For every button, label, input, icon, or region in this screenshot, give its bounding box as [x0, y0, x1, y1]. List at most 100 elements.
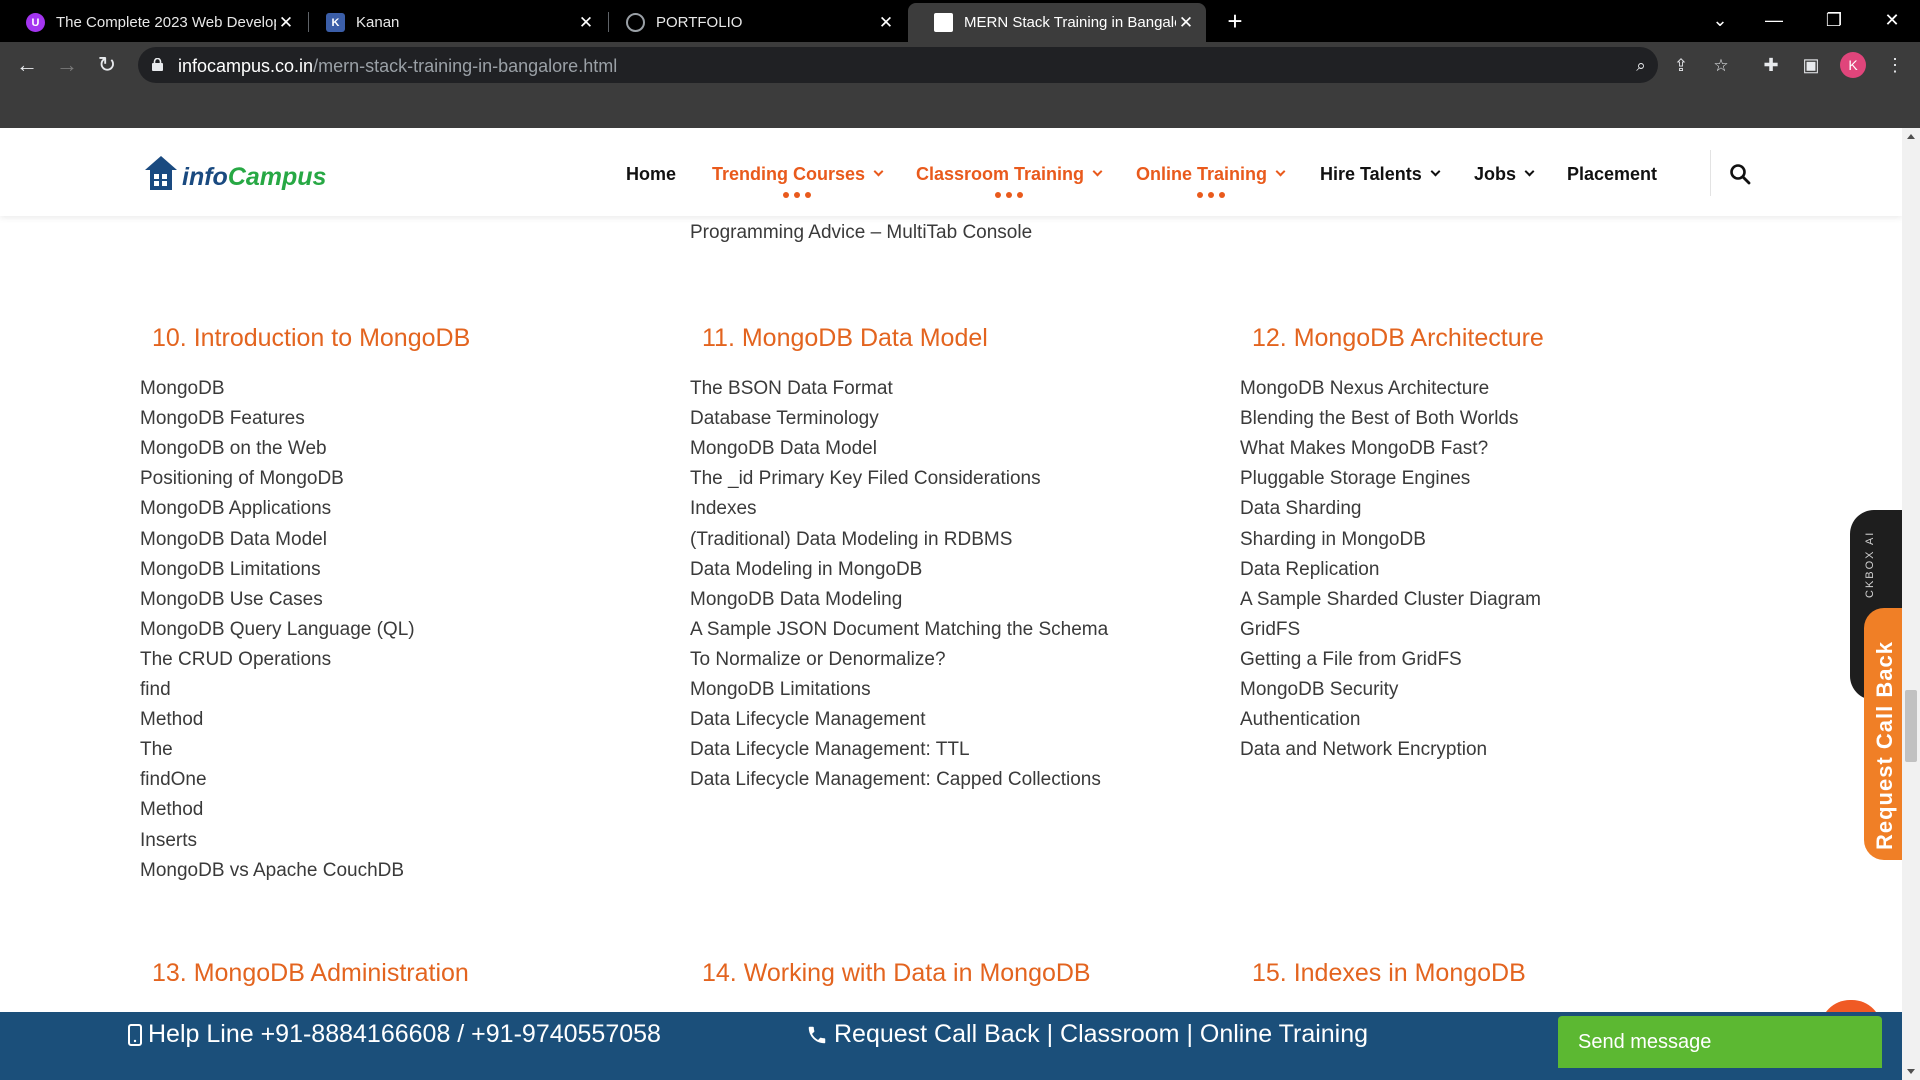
list-item: MongoDB Security — [1240, 679, 1399, 700]
send-message-button[interactable]: Send message — [1558, 1016, 1882, 1068]
tab-title: MERN Stack Training in Bangalor — [964, 14, 1176, 31]
extensions-puzzle-icon[interactable]: ✚ — [1758, 52, 1784, 78]
list-item: Method — [140, 709, 204, 730]
list-item: Blending the Best of Both Worlds — [1240, 408, 1519, 429]
chatbox-ai-label: CKBOX AI — [1864, 530, 1876, 598]
page-scrollbar[interactable] — [1902, 128, 1920, 1080]
list-item: Positioning of MongoDB — [140, 468, 344, 489]
new-tab-plus-icon[interactable]: + — [1220, 6, 1250, 36]
tab-title: PORTFOLIO — [656, 14, 743, 31]
tab-title: Kanan — [356, 14, 400, 31]
scroll-down-arrow-icon[interactable] — [1907, 1069, 1915, 1074]
list-item: MongoDB vs Apache CouchDB — [140, 860, 405, 881]
globe-icon — [626, 13, 645, 32]
side-panel-icon[interactable]: ▣ — [1798, 52, 1824, 78]
nav-dots — [783, 192, 811, 198]
nav-dots — [1197, 192, 1225, 198]
kanan-favicon-icon: K — [326, 13, 345, 32]
tab-close-icon[interactable]: ✕ — [576, 13, 596, 33]
list-item: MongoDB Limitations — [140, 559, 321, 580]
site-header: infoCampus Home Trending Courses Classro… — [0, 128, 1902, 216]
list-item: The — [140, 739, 173, 760]
nav-classroom-training[interactable]: Classroom Training — [916, 162, 1103, 186]
list-item: What Makes MongoDB Fast? — [1240, 438, 1489, 459]
list-item: Pluggable Storage Engines — [1240, 468, 1471, 489]
infocampus-favicon-icon — [934, 13, 953, 32]
tab-close-icon[interactable]: ✕ — [276, 13, 296, 33]
list-item: To Normalize or Denormalize? — [690, 649, 946, 670]
lock-icon — [152, 58, 163, 71]
minimize-icon[interactable]: — — [1746, 0, 1802, 40]
scrollbar-thumb[interactable] — [1905, 690, 1917, 762]
scroll-up-arrow-icon[interactable] — [1907, 134, 1915, 139]
list-item: The CRUD Operations — [140, 649, 332, 670]
tab-title: The Complete 2023 Web Develop — [56, 14, 276, 31]
share-icon[interactable]: ⇪ — [1670, 55, 1692, 77]
list-item: Inserts — [140, 830, 198, 851]
infocampus-logo[interactable]: infoCampus — [144, 148, 326, 192]
chevron-down-icon — [1524, 166, 1535, 177]
nav-home[interactable]: Home — [626, 162, 676, 186]
chevron-down-icon — [1430, 166, 1441, 177]
module-title: 13. MongoDB Administration — [152, 959, 469, 987]
module-title: 15. Indexes in MongoDB — [1252, 959, 1526, 987]
list-item: Indexes — [690, 498, 757, 519]
tab-search-chevron-icon[interactable]: ⌄ — [1692, 0, 1748, 40]
list-item: MongoDB Applications — [140, 498, 332, 519]
menu-kebab-icon[interactable]: ⋮ — [1882, 52, 1908, 78]
module-title: 12. MongoDB Architecture — [1252, 324, 1544, 352]
list-item: Database Terminology — [690, 408, 879, 429]
list-item: Method — [140, 799, 204, 820]
bookmark-star-icon[interactable]: ☆ — [1710, 55, 1732, 77]
close-window-icon[interactable]: ✕ — [1864, 0, 1920, 40]
browser-tab-strip: U The Complete 2023 Web Develop ✕ K Kana… — [0, 0, 1920, 42]
browser-toolbar: ← → ↻ infocampus.co.in/mern-stack-traini… — [0, 42, 1920, 88]
browser-tab[interactable]: U The Complete 2023 Web Develop ✕ — [0, 3, 306, 42]
header-divider — [1710, 150, 1711, 196]
module-title: 14. Working with Data in MongoDB — [702, 959, 1091, 987]
url-text: infocampus.co.in/mern-stack-training-in-… — [178, 56, 618, 76]
tab-close-icon[interactable]: ✕ — [1176, 13, 1196, 33]
list-item: MongoDB on the Web — [140, 438, 327, 459]
browser-tab[interactable]: K Kanan ✕ — [300, 3, 606, 42]
nav-hire-talents[interactable]: Hire Talents — [1320, 162, 1441, 186]
nav-online-training[interactable]: Online Training — [1136, 162, 1286, 186]
list-item: MongoDB Use Cases — [140, 589, 323, 610]
page-viewport: Programming Advice – MultiTab Console 10… — [0, 128, 1902, 1080]
request-call-back-link[interactable]: Request Call Back | Classroom | Online T… — [806, 1020, 1368, 1049]
list-item: Programming Advice – MultiTab Console — [690, 222, 1033, 243]
list-item: Getting a File from GridFS — [1240, 649, 1462, 670]
search-icon[interactable] — [1728, 162, 1752, 186]
nav-jobs[interactable]: Jobs — [1474, 162, 1535, 186]
list-item: find — [140, 679, 171, 700]
list-item: A Sample Sharded Cluster Diagram — [1240, 589, 1541, 610]
list-item: Data Modeling in MongoDB — [690, 559, 923, 580]
chevron-down-icon — [1275, 166, 1286, 177]
nav-placement[interactable]: Placement — [1567, 162, 1657, 186]
browser-tab[interactable]: PORTFOLIO ✕ — [600, 3, 906, 42]
list-item: The BSON Data Format — [690, 378, 893, 399]
reload-icon[interactable]: ↻ — [92, 50, 122, 80]
zoom-search-icon[interactable]: ⌕ — [1630, 55, 1652, 77]
list-item: Data Lifecycle Management — [690, 709, 926, 730]
list-item: Authentication — [1240, 709, 1361, 730]
list-item: Data and Network Encryption — [1240, 739, 1488, 760]
nav-dots — [995, 192, 1023, 198]
udemy-favicon-icon: U — [26, 13, 45, 32]
helpline-link[interactable]: Help Line +91-8884166608 / +91-974055705… — [128, 1020, 661, 1049]
list-item: MongoDB Query Language (QL) — [140, 619, 415, 640]
restore-icon[interactable]: ❐ — [1806, 0, 1862, 40]
back-arrow-icon[interactable]: ← — [12, 50, 42, 80]
nav-trending-courses[interactable]: Trending Courses — [712, 162, 884, 186]
forward-arrow-icon[interactable]: → — [52, 50, 82, 80]
list-item: MongoDB Data Model — [690, 438, 877, 459]
tab-close-icon[interactable]: ✕ — [876, 13, 896, 33]
list-item: MongoDB Data Model — [140, 529, 327, 550]
list-item: Data Lifecycle Management: TTL — [690, 739, 970, 760]
address-bar[interactable]: infocampus.co.in/mern-stack-training-in-… — [138, 47, 1729, 83]
list-item: MongoDB Features — [140, 408, 305, 429]
list-item: Data Sharding — [1240, 498, 1362, 519]
browser-tab-active[interactable]: MERN Stack Training in Bangalor ✕ — [908, 3, 1206, 42]
module-title: 10. Introduction to MongoDB — [152, 324, 471, 352]
profile-avatar[interactable]: K — [1840, 52, 1866, 78]
